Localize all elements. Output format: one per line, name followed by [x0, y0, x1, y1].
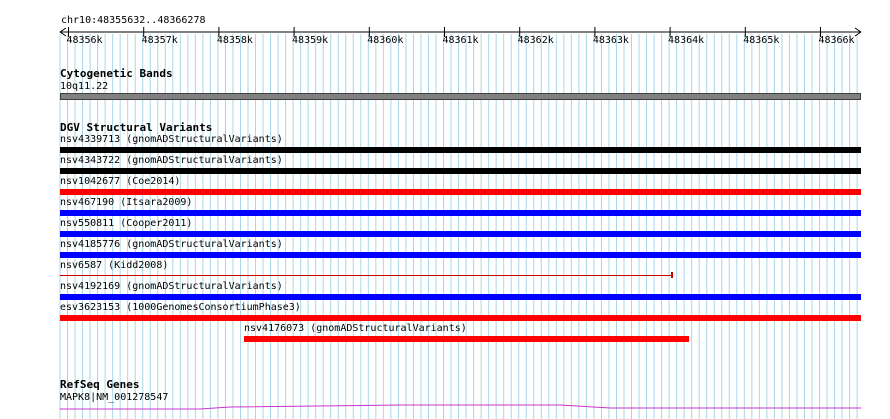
- dgv-feature-bar[interactable]: [60, 231, 861, 237]
- dgv-feature-bar[interactable]: [60, 315, 861, 321]
- dgv-feature-bar[interactable]: [60, 275, 672, 276]
- cytoband-bar[interactable]: [60, 93, 861, 100]
- dgv-feature-bar[interactable]: [60, 168, 861, 174]
- ruler-tick-label: 48360k: [367, 35, 404, 46]
- dgv-feature-label: nsv4339713 (gnomADStructuralVariants): [60, 134, 283, 145]
- ruler-tick-label: 48361k: [442, 35, 479, 46]
- dgv-feature-label: nsv6587 (Kidd2008): [60, 260, 169, 271]
- dgv-feature-label: nsv4185776 (gnomADStructuralVariants): [60, 239, 283, 250]
- ruler-tick-label: 48358k: [216, 35, 253, 46]
- dgv-track-title[interactable]: DGV Structural Variants: [60, 122, 212, 134]
- refseq-track-title[interactable]: RefSeq Genes: [60, 379, 139, 391]
- ruler-tick-label: 48356k: [66, 35, 103, 46]
- dgv-feature-bar[interactable]: [60, 189, 861, 195]
- dgv-feature-bar[interactable]: [60, 294, 861, 300]
- dgv-feature-bar[interactable]: [60, 147, 861, 153]
- ruler-tick-label: 48365k: [743, 35, 780, 46]
- ruler-tick-label: 48366k: [818, 35, 855, 46]
- dgv-feature-label: nsv4192169 (gnomADStructuralVariants): [60, 281, 283, 292]
- dgv-feature-bar[interactable]: [60, 252, 861, 258]
- cytoband-track-title[interactable]: Cytogenetic Bands: [60, 68, 173, 80]
- dgv-feature-label: nsv467190 (Itsara2009): [60, 197, 193, 208]
- dgv-feature-label: nsv1042677 (Coe2014): [60, 176, 181, 187]
- dgv-feature-bar[interactable]: [244, 336, 689, 342]
- dgv-feature-end-cap: [671, 272, 673, 278]
- ruler-tick-label: 48357k: [141, 35, 178, 46]
- refseq-gene-glyph[interactable]: [0, 400, 890, 419]
- ruler-tick-label: 48362k: [517, 35, 554, 46]
- dgv-feature-label: esv3623153 (1000GenomesConsortiumPhase3): [60, 302, 301, 313]
- dgv-feature-label: nsv4176073 (gnomADStructuralVariants): [244, 323, 467, 334]
- ruler-tick-label: 48359k: [292, 35, 329, 46]
- dgv-feature-label: nsv550811 (Cooper2011): [60, 218, 193, 229]
- dgv-feature-bar[interactable]: [60, 210, 861, 216]
- genome-browser-view: chr10:48355632..48366278 48356k 48357k 483…: [0, 0, 890, 419]
- cytoband-label: 10q11.22: [60, 81, 109, 92]
- dgv-feature-label: nsv4343722 (gnomADStructuralVariants): [60, 155, 283, 166]
- ruler-tick-label: 48364k: [668, 35, 705, 46]
- ruler-tick-label: 48363k: [592, 35, 629, 46]
